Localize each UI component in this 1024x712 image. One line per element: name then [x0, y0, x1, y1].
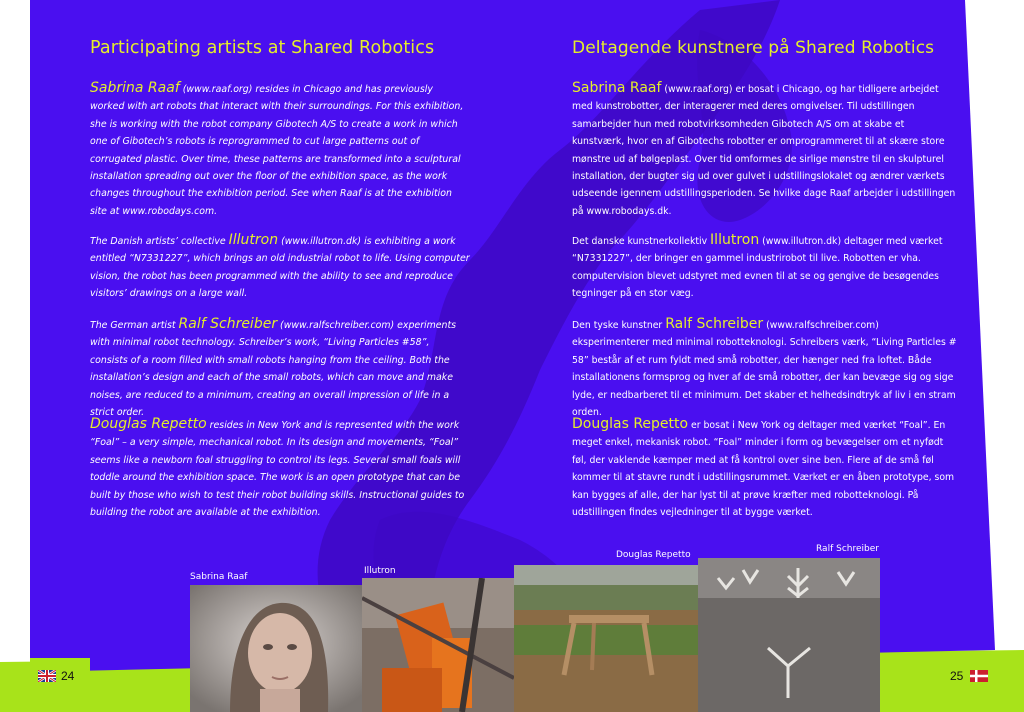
paragraph-text: (www.ralfschreiber.com) eksperimenterer … [572, 320, 957, 419]
danish-flag-icon [970, 670, 988, 682]
right-paragraph-sabrina: Sabrina Raaf (www.raaf.org) er bosat i C… [572, 80, 957, 220]
paragraph-text: (www.raaf.org) resides in Chicago and ha… [90, 84, 464, 217]
right-paragraph-ralf: Den tyske kunstner Ralf Schreiber (www.r… [572, 316, 957, 421]
paragraph-prefix: Den tyske kunstner [572, 320, 666, 331]
artist-name: Douglas Repetto [572, 416, 689, 432]
artist-name: Illutron [710, 232, 760, 248]
left-paragraph-ralf: The German artist Ralf Schreiber (www.ra… [90, 316, 470, 421]
caption-ralf-schreiber: Ralf Schreiber [816, 544, 879, 554]
right-page-column: Deltagende kunstnere på Shared Robotics … [572, 38, 957, 518]
uk-flag-icon [38, 670, 56, 682]
caption-illutron: Illutron [364, 566, 396, 576]
left-paragraph-sabrina: Sabrina Raaf (www.raaf.org) resides in C… [90, 80, 470, 220]
artist-name: Douglas Repetto [90, 416, 207, 432]
left-page-column: Participating artists at Shared Robotics… [90, 38, 470, 518]
paragraph-prefix: The Danish artists’ collective [90, 236, 229, 247]
right-paragraph-douglas: Douglas Repetto er bosat i New York og d… [572, 416, 957, 521]
artist-name: Sabrina Raaf [572, 80, 662, 96]
paragraph-text: (www.raaf.org) er bosat i Chicago, og ha… [572, 84, 956, 217]
photo-sabrina-raaf [190, 585, 362, 712]
page-number-right: 25 [950, 669, 964, 683]
caption-douglas-repetto: Douglas Repetto [616, 550, 691, 560]
left-page-heading: Participating artists at Shared Robotics [90, 38, 435, 58]
right-page-heading: Deltagende kunstnere på Shared Robotics [572, 38, 935, 58]
photo-douglas-repetto [514, 565, 698, 712]
left-paragraph-douglas: Douglas Repetto resides in New York and … [90, 416, 470, 521]
right-paragraph-illutron: Det danske kunstnerkollektiv Illutron (w… [572, 232, 957, 303]
artist-name: Ralf Schreiber [178, 316, 278, 332]
paragraph-text: er bosat i New York og deltager med værk… [572, 420, 955, 519]
paragraph-text: (www.ralfschreiber.com) experiments with… [90, 320, 457, 419]
page-number-left: 24 [61, 669, 75, 683]
caption-sabrina-raaf: Sabrina Raaf [190, 572, 248, 582]
magazine-spread: Participating artists at Shared Robotics… [0, 0, 1024, 712]
photo-illutron [362, 578, 514, 712]
artist-name: Ralf Schreiber [665, 316, 764, 332]
photo-ralf-schreiber [698, 558, 880, 712]
left-paragraph-illutron: The Danish artists’ collective Illutron … [90, 232, 470, 303]
paragraph-text: resides in New York and is represented w… [90, 420, 465, 519]
paragraph-prefix: The German artist [90, 320, 179, 331]
artist-name: Sabrina Raaf [90, 80, 180, 96]
paragraph-prefix: Det danske kunstnerkollektiv [572, 236, 711, 247]
artist-name: Illutron [228, 232, 279, 248]
